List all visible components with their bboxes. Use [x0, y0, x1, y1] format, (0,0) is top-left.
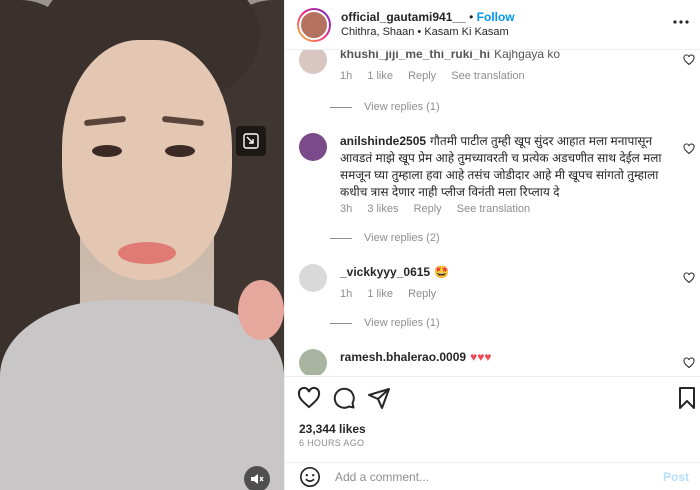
- post-timestamp: 6 HOURS AGO: [299, 438, 365, 448]
- comment-likes[interactable]: 3 likes: [367, 203, 398, 215]
- view-replies-button[interactable]: View replies (2): [330, 232, 440, 244]
- heart-icon[interactable]: [683, 143, 695, 155]
- likes-count[interactable]: 23,344 likes: [299, 422, 366, 436]
- more-icon[interactable]: [673, 20, 689, 24]
- comment-icon[interactable]: [332, 386, 356, 410]
- comment-time[interactable]: 1h: [340, 70, 352, 82]
- heart-icon[interactable]: [683, 357, 695, 369]
- see-translation-button[interactable]: See translation: [457, 203, 530, 215]
- comment-username[interactable]: khushi_jiji_me_thi_ruki_hi: [340, 50, 490, 61]
- comment-username[interactable]: ramesh.bhalerao.0009: [340, 350, 466, 364]
- comment-text: ♥♥♥: [470, 350, 492, 364]
- heart-icon[interactable]: [683, 54, 695, 66]
- avatar[interactable]: [299, 50, 327, 74]
- comments-list[interactable]: khushi_jiji_me_thi_ruki_hi Kajhgaya ko 1h…: [285, 50, 700, 375]
- view-replies-label[interactable]: View replies (1): [364, 101, 440, 113]
- avatar[interactable]: [299, 349, 327, 375]
- bookmark-icon[interactable]: [675, 386, 699, 410]
- reply-button[interactable]: Reply: [408, 70, 436, 82]
- audio-label[interactable]: Chithra, Shaan • Kasam Ki Kasam: [341, 25, 515, 40]
- avatar[interactable]: [297, 7, 331, 42]
- view-replies-label[interactable]: View replies (2): [364, 232, 440, 244]
- post-button[interactable]: Post: [663, 470, 689, 484]
- avatar[interactable]: [299, 264, 327, 292]
- action-bar: [285, 376, 700, 418]
- picture-in-picture-icon[interactable]: [236, 126, 266, 156]
- comment-likes[interactable]: 1 like: [367, 288, 393, 300]
- comment-time[interactable]: 3h: [340, 203, 352, 215]
- reply-button[interactable]: Reply: [414, 203, 442, 215]
- comment-username[interactable]: _vickkyyy_0615: [340, 265, 430, 279]
- comment-input[interactable]: [335, 469, 635, 484]
- mute-icon[interactable]: [244, 466, 270, 490]
- see-translation-button[interactable]: See translation: [451, 70, 524, 82]
- separator-dot: •: [469, 9, 474, 24]
- post-header: official_gautami941__ • Follow Chithra, …: [285, 0, 700, 50]
- heart-icon[interactable]: [297, 386, 321, 410]
- share-icon[interactable]: [367, 386, 391, 410]
- emoji-icon[interactable]: [299, 466, 321, 488]
- post-username[interactable]: official_gautami941__: [341, 10, 466, 24]
- follow-button[interactable]: Follow: [477, 10, 515, 24]
- post-video[interactable]: [0, 0, 284, 490]
- view-replies-label[interactable]: View replies (1): [364, 317, 440, 329]
- comment-likes[interactable]: 1 like: [367, 70, 393, 82]
- heart-icon[interactable]: [683, 272, 695, 284]
- avatar[interactable]: [299, 133, 327, 161]
- view-replies-button[interactable]: View replies (1): [330, 101, 440, 113]
- comment-username[interactable]: anilshinde2505: [340, 134, 426, 148]
- comment-text: 🤩: [434, 265, 450, 279]
- post-side-panel: official_gautami941__ • Follow Chithra, …: [284, 0, 700, 490]
- reply-button[interactable]: Reply: [408, 288, 436, 300]
- comment-text: Kajhgaya ko: [494, 50, 561, 61]
- comment-composer: Post: [285, 462, 700, 490]
- view-replies-button[interactable]: View replies (1): [330, 317, 440, 329]
- comment-time[interactable]: 1h: [340, 288, 352, 300]
